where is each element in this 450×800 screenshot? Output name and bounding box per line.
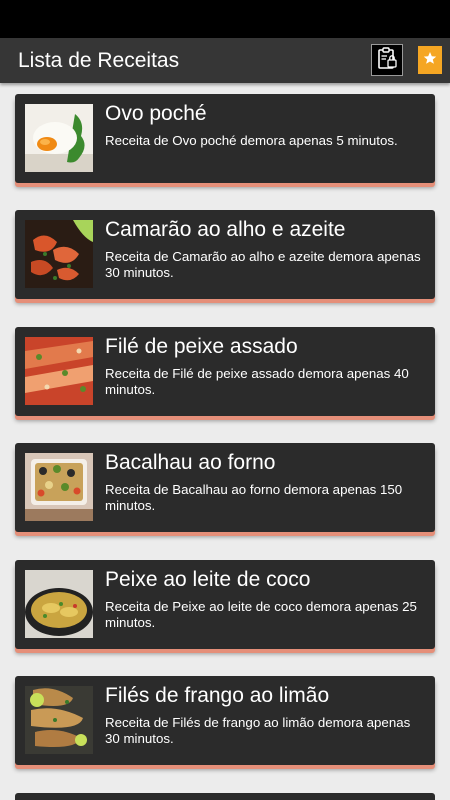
favorites-button[interactable] [418,46,442,74]
baked-fish-photo [25,337,93,405]
recipe-card[interactable]: Filés de frango ao limão Receita de Filé… [15,676,435,765]
baked-codfish-photo [25,453,93,521]
recipe-card[interactable]: Peixe ao leite de coco Receita de Peixe … [15,560,435,649]
page-title: Lista de Receitas [18,49,180,72]
recipe-description: Receita de Filés de frango ao limão demo… [105,715,411,746]
recipe-description: Receita de Bacalhau ao forno demora apen… [105,482,403,513]
recipe-title: Camarão ao alho e azeite [105,218,346,241]
recipe-card[interactable]: Ovo poché Receita de Ovo poché demora ap… [15,94,435,183]
app-bar: Lista de Receitas [0,38,450,83]
recipe-card[interactable] [15,793,435,800]
lemon-chicken-photo [25,686,93,754]
recipe-title: Bacalhau ao forno [105,451,276,474]
recipe-description: Receita de Peixe ao leite de coco demora… [105,599,417,630]
recipe-card[interactable]: Filé de peixe assado Receita de Filé de … [15,327,435,416]
recipe-description: Receita de Ovo poché demora apenas 5 min… [105,133,398,148]
privacy-policy-button[interactable] [371,44,403,76]
recipe-description: Receita de Filé de peixe assado demora a… [105,366,409,397]
bookmark-star-icon [418,46,442,79]
poached-egg-photo [25,104,93,172]
recipe-title: Filés de frango ao limão [105,684,330,707]
recipe-card[interactable]: Bacalhau ao forno Receita de Bacalhau ao… [15,443,435,532]
status-bar [0,0,450,38]
coconut-fish-photo [25,570,93,638]
recipe-description: Receita de Camarão ao alho e azeite demo… [105,249,421,280]
recipe-card[interactable]: Camarão ao alho e azeite Receita de Cama… [15,210,435,299]
recipe-title: Peixe ao leite de coco [105,568,311,591]
garlic-shrimp-photo [25,220,93,288]
recipe-title: Filé de peixe assado [105,335,298,358]
clipboard-lock-icon [376,46,398,75]
recipe-list[interactable]: Ovo poché Receita de Ovo poché demora ap… [0,83,450,800]
recipe-title: Ovo poché [105,102,207,125]
